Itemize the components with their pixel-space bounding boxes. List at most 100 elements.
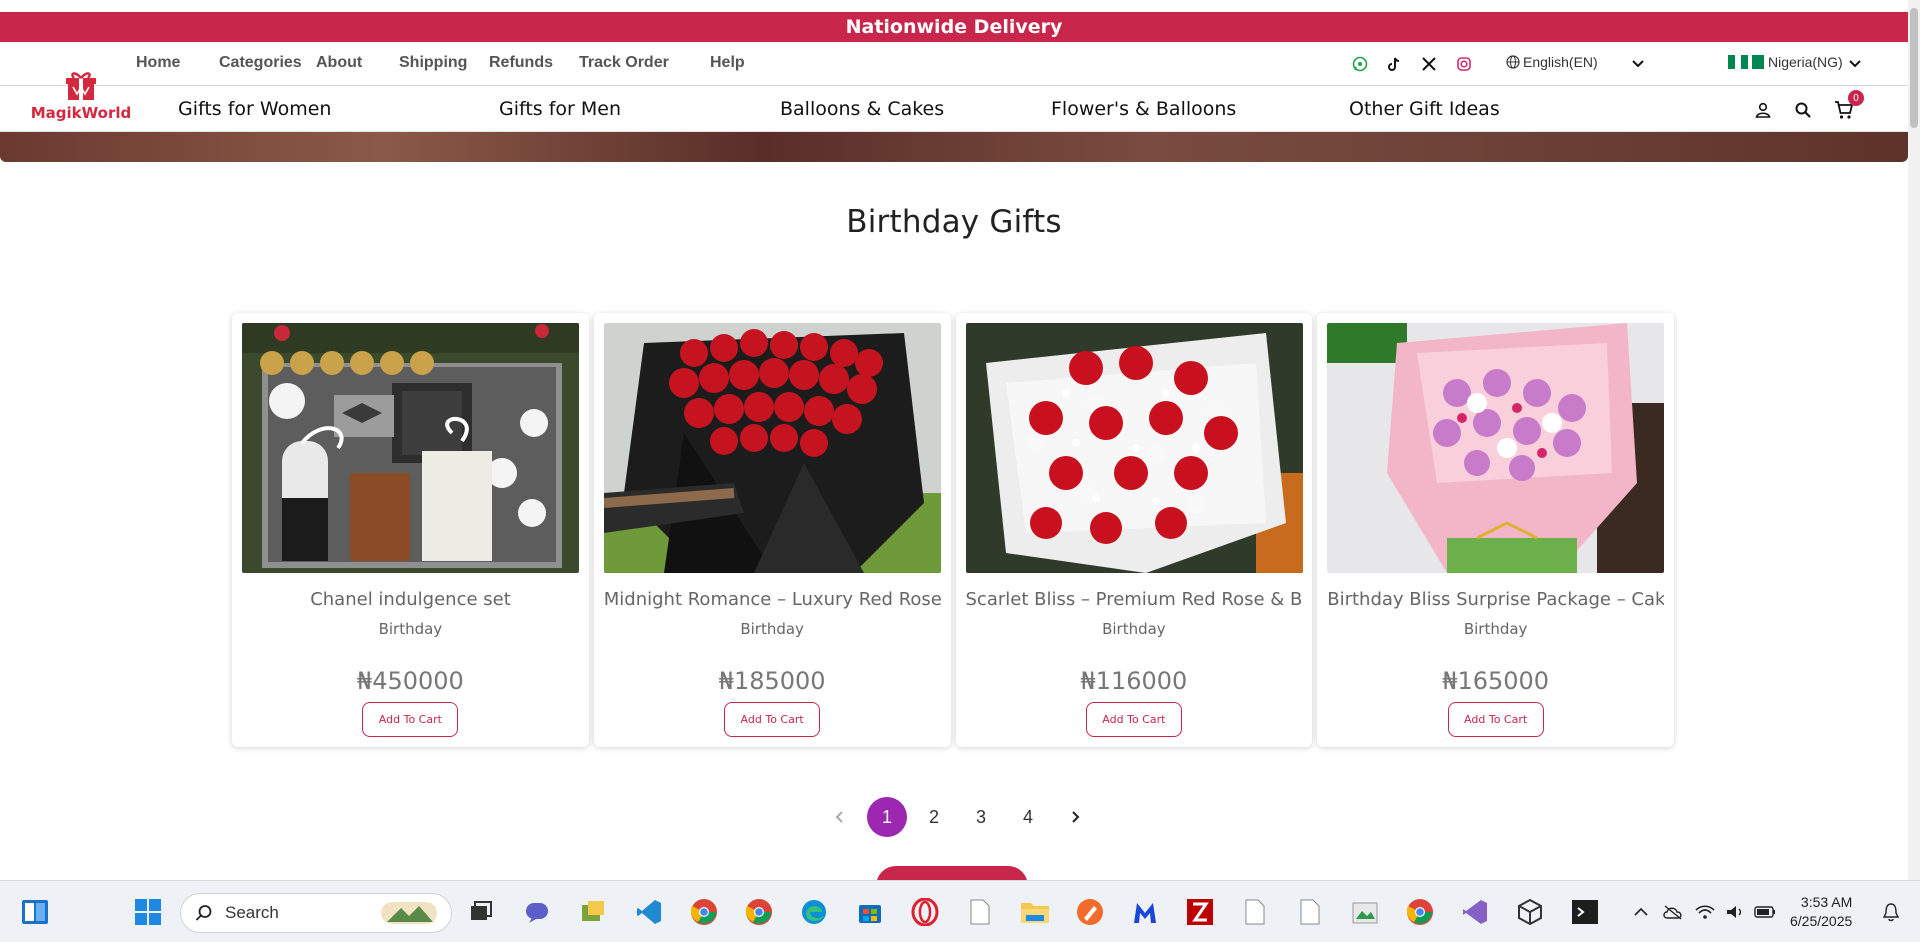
chevron-down-icon[interactable]	[1630, 55, 1646, 71]
product-title[interactable]: Chanel indulgence set	[242, 589, 579, 610]
visual-studio-icon[interactable]	[1460, 897, 1490, 927]
nav-about[interactable]: About	[316, 54, 362, 72]
product-price: ₦165000	[1442, 667, 1550, 695]
nigeria-flag-icon	[1752, 55, 1764, 69]
whatsapp-icon[interactable]	[1350, 54, 1370, 74]
teams-chat-icon[interactable]	[522, 897, 552, 927]
page-scrollbar[interactable]	[1908, 0, 1920, 880]
x-icon[interactable]	[1419, 54, 1439, 74]
mainnav-gifts-for-women[interactable]: Gifts for Women	[178, 98, 331, 120]
search-highlight-icon	[381, 902, 437, 924]
product-image[interactable]	[1327, 323, 1665, 573]
mainnav-balloons-cakes[interactable]: Balloons & Cakes	[780, 98, 944, 120]
product-price: ₦116000	[1080, 667, 1188, 695]
cart-count-badge: 0	[1848, 90, 1864, 106]
chrome-icon[interactable]	[689, 897, 719, 927]
photos-icon[interactable]	[1350, 897, 1380, 927]
product-category: Birthday	[378, 620, 443, 638]
taskbar-clock[interactable]: 3:53 AM 6/25/2025	[1790, 893, 1852, 931]
add-to-cart-button[interactable]: Add To Cart	[1447, 702, 1544, 737]
widgets-icon[interactable]	[20, 897, 50, 927]
terminal-icon[interactable]	[1570, 897, 1600, 927]
magikworld-logo[interactable]: MagikWorld	[26, 70, 136, 128]
page-button-3[interactable]: 3	[961, 797, 1001, 837]
cloud-offline-icon[interactable]	[1658, 897, 1688, 927]
clock-date: 6/25/2025	[1790, 913, 1853, 929]
nav-refunds[interactable]: Refunds	[489, 54, 553, 72]
windows-start-icon[interactable]	[133, 897, 163, 927]
battery-icon[interactable]	[1750, 897, 1780, 927]
page-button-2[interactable]: 2	[914, 797, 954, 837]
country-selector[interactable]: Nigeria(NG)	[1728, 54, 1843, 70]
product-price: ₦185000	[718, 667, 826, 695]
notification-bell-icon[interactable]	[1876, 897, 1906, 927]
add-to-cart-button[interactable]: Add To Cart	[362, 702, 459, 737]
tiktok-icon[interactable]	[1384, 54, 1404, 74]
account-icon[interactable]	[1751, 98, 1775, 122]
file-explorer-icon[interactable]	[1020, 897, 1050, 927]
mainnav-gifts-for-men[interactable]: Gifts for Men	[499, 98, 621, 120]
search-icon[interactable]	[1791, 98, 1815, 122]
filezilla-icon[interactable]	[1185, 897, 1215, 927]
product-title[interactable]: Midnight Romance – Luxury Red Rose...	[604, 589, 941, 610]
page-button-4[interactable]: 4	[1008, 797, 1048, 837]
nav-help[interactable]: Help	[710, 54, 745, 72]
product-card[interactable]: Midnight Romance – Luxury Red Rose... Bi…	[593, 313, 951, 747]
top-nav: Home Categories About Shipping Refunds T…	[0, 42, 1908, 86]
scrollbar-thumb[interactable]	[1910, 8, 1918, 128]
document-icon[interactable]	[1240, 897, 1270, 927]
document-icon[interactable]	[1295, 897, 1325, 927]
language-selector[interactable]: English(EN)	[1506, 54, 1598, 70]
vscode-icon[interactable]	[634, 897, 664, 927]
product-category: Birthday	[1463, 620, 1528, 638]
chrome-profile-icon[interactable]	[744, 897, 774, 927]
mainnav-flowers-balloons[interactable]: Flower's & Balloons	[1051, 98, 1236, 120]
nigeria-flag-icon	[1728, 55, 1749, 69]
microsoft-store-icon[interactable]	[855, 897, 885, 927]
site-header: Home Categories About Shipping Refunds T…	[0, 42, 1908, 132]
task-view-icon[interactable]	[466, 897, 496, 927]
language-label: English(EN)	[1523, 54, 1598, 70]
next-page-icon[interactable]	[1055, 797, 1095, 837]
chrome-icon[interactable]	[1405, 897, 1435, 927]
prev-page-icon[interactable]	[820, 797, 860, 837]
mainnav-other-gift-ideas[interactable]: Other Gift Ideas	[1349, 98, 1500, 120]
file-icon[interactable]	[965, 897, 995, 927]
chevron-up-icon[interactable]	[1626, 897, 1656, 927]
windows-taskbar: Search 3:53 AM 6/25/2025	[0, 880, 1920, 942]
taskbar-search-placeholder: Search	[225, 903, 279, 922]
section-title: Birthday Gifts	[846, 204, 1062, 240]
nav-home[interactable]: Home	[136, 54, 180, 72]
product-card[interactable]: Chanel indulgence set Birthday ₦450000 A…	[232, 313, 589, 747]
page-button-1[interactable]: 1	[867, 797, 907, 837]
brand-name: MagikWorld	[30, 104, 132, 122]
nav-categories[interactable]: Categories	[219, 54, 302, 72]
add-to-cart-button[interactable]: Add To Cart	[1085, 702, 1182, 737]
pen-app-icon[interactable]	[1075, 897, 1105, 927]
unity-icon[interactable]	[1515, 897, 1545, 927]
cart-icon[interactable]: 0	[1832, 90, 1864, 122]
taskbar-search[interactable]: Search	[180, 893, 452, 933]
add-to-cart-button[interactable]: Add To Cart	[724, 702, 821, 737]
product-image[interactable]	[965, 323, 1303, 573]
gift-logo-icon	[64, 70, 98, 102]
nav-track-order[interactable]: Track Order	[579, 54, 669, 72]
product-image[interactable]	[603, 323, 941, 573]
product-grid: Chanel indulgence set Birthday ₦450000 A…	[232, 313, 1674, 747]
nav-shipping[interactable]: Shipping	[399, 54, 467, 72]
product-title[interactable]: Birthday Bliss Surprise Package – Cak...	[1327, 589, 1664, 610]
globe-icon	[1506, 55, 1520, 69]
malwarebytes-icon[interactable]	[1130, 897, 1160, 927]
product-card[interactable]: Scarlet Bliss – Premium Red Rose & B... …	[955, 313, 1313, 747]
opera-icon[interactable]	[910, 897, 940, 927]
product-card[interactable]: Birthday Bliss Surprise Package – Cak...…	[1317, 313, 1674, 747]
volume-icon[interactable]	[1720, 897, 1750, 927]
file-transfer-icon[interactable]	[578, 897, 608, 927]
product-image[interactable]	[242, 323, 579, 573]
product-category: Birthday	[740, 620, 804, 638]
chevron-down-icon[interactable]	[1847, 55, 1863, 71]
wifi-icon[interactable]	[1690, 897, 1720, 927]
product-title[interactable]: Scarlet Bliss – Premium Red Rose & B...	[966, 589, 1303, 610]
edge-icon[interactable]	[799, 897, 829, 927]
instagram-icon[interactable]	[1454, 54, 1474, 74]
